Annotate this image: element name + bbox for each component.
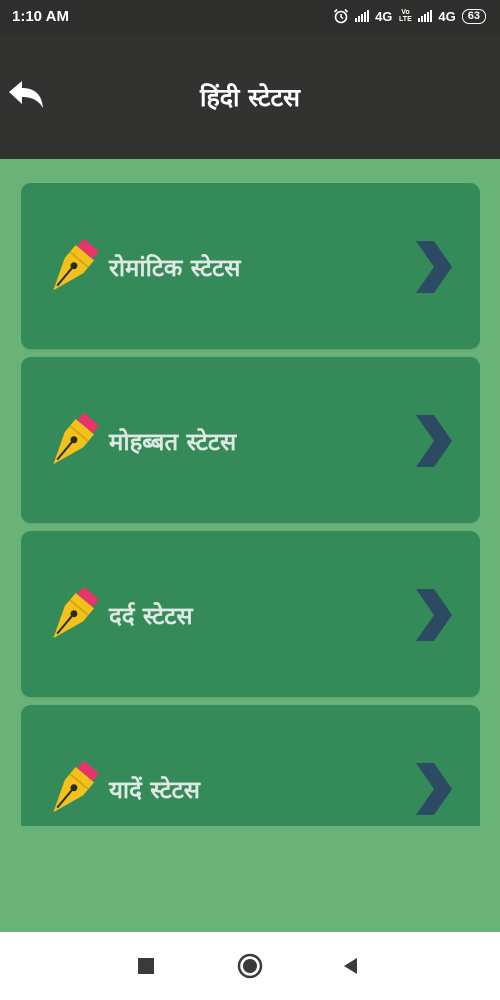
pen-nib-icon xyxy=(53,761,99,813)
category-label: दर्द स्टेटस xyxy=(109,602,193,630)
status-bar: 1:10 AM 4G Vo LTE 4G 63 xyxy=(0,0,500,35)
category-card-yaadein[interactable]: यादें स्टेटस xyxy=(21,705,480,826)
recents-button[interactable] xyxy=(132,952,160,980)
category-card-romantic[interactable]: रोमांटिक स्टेटस xyxy=(21,183,480,349)
status-time: 1:10 AM xyxy=(12,8,69,25)
category-card-mohabbat[interactable]: मोहब्बत स्टेटस xyxy=(21,357,480,523)
chevron-right-icon xyxy=(416,589,452,641)
triangle-back-icon xyxy=(344,958,357,974)
category-card-dard[interactable]: दर्द स्टेटस xyxy=(21,531,480,697)
pen-nib-icon xyxy=(53,239,99,291)
chevron-right-icon xyxy=(416,763,452,815)
category-list: रोमांटिक स्टेटस मोहब्बत स्टेटस दर्द स्टे… xyxy=(21,183,480,826)
system-nav-bar xyxy=(0,932,500,1000)
signal-icon-2 xyxy=(418,10,433,22)
chevron-right-icon xyxy=(416,415,452,467)
battery-indicator: 63 xyxy=(461,8,486,24)
square-icon xyxy=(138,958,154,974)
pen-nib-icon xyxy=(53,413,99,465)
nav-back-button[interactable] xyxy=(336,952,364,980)
page-title: हिंदी स्टेटस xyxy=(199,83,301,112)
chevron-right-icon xyxy=(416,241,452,293)
category-label: रोमांटिक स्टेटस xyxy=(109,254,241,282)
content-area: रोमांटिक स्टेटस मोहब्बत स्टेटस दर्द स्टे… xyxy=(0,159,500,932)
circle-icon xyxy=(237,953,263,979)
home-button[interactable] xyxy=(236,952,264,980)
network-type-1: 4G xyxy=(375,8,393,24)
alarm-icon xyxy=(333,8,349,24)
pen-nib-icon xyxy=(53,587,99,639)
category-label: मोहब्बत स्टेटस xyxy=(109,428,237,456)
volte-indicator: Vo LTE xyxy=(399,9,412,23)
status-indicators: 4G Vo LTE 4G 63 xyxy=(333,8,486,24)
category-label: यादें स्टेटस xyxy=(109,776,200,804)
network-type-2: 4G xyxy=(438,8,456,24)
app-header: हिंदी स्टेटस xyxy=(0,35,500,159)
signal-icon xyxy=(355,10,370,22)
